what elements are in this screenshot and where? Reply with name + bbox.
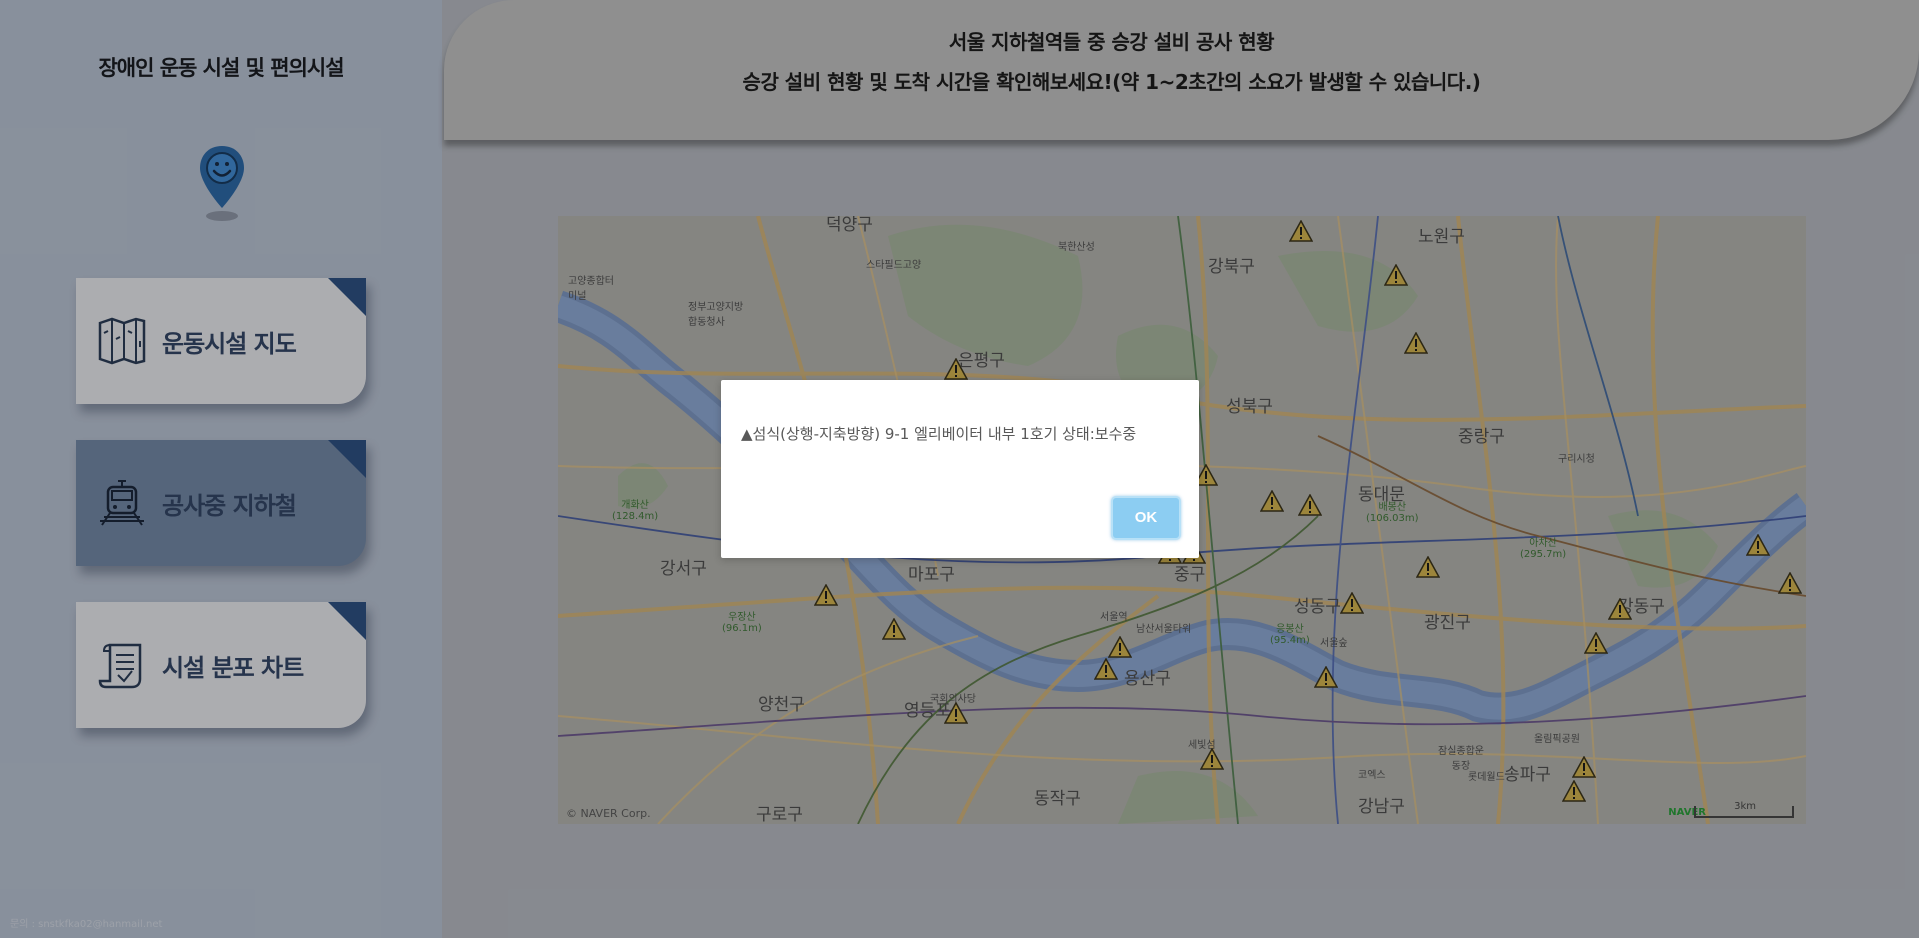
ok-button[interactable]: OK bbox=[1111, 496, 1181, 540]
alert-message: ▲섬식(상행-지축방향) 9-1 엘리베이터 내부 1호기 상태:보수중 bbox=[741, 425, 1137, 443]
alert-dialog: ▲섬식(상행-지축방향) 9-1 엘리베이터 내부 1호기 상태:보수중 OK bbox=[721, 380, 1199, 558]
